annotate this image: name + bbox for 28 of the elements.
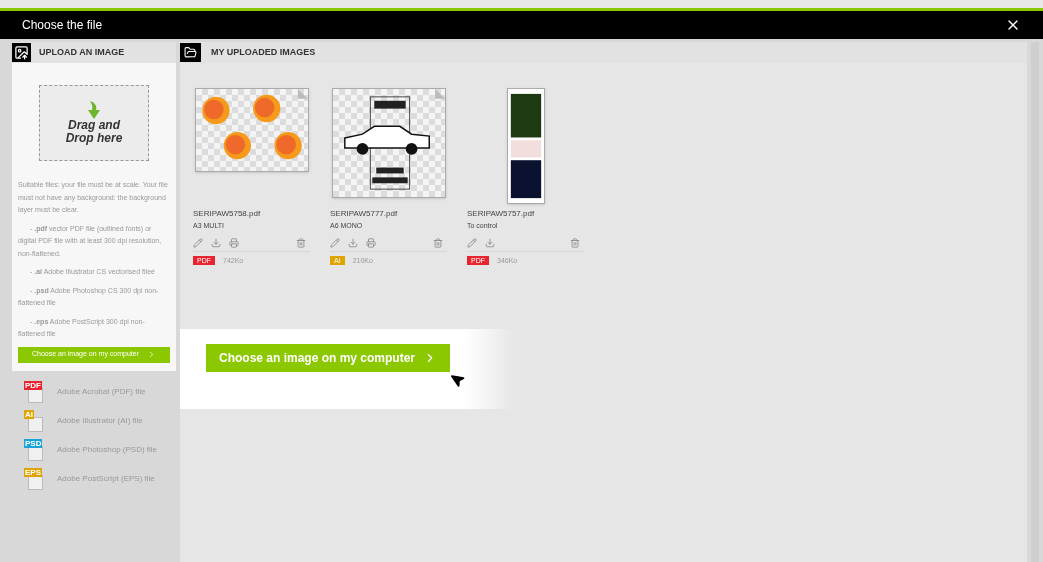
file-type-badge: PDF (24, 380, 42, 390)
pencil-icon[interactable] (193, 237, 203, 248)
panel-title: MY UPLOADED IMAGES (211, 45, 316, 59)
file-name: SERIPAW5758.pdf (193, 208, 262, 220)
folder-icon (180, 43, 201, 62)
window-title: Choose the file (22, 17, 103, 34)
download-icon[interactable] (211, 237, 221, 248)
pencil-icon[interactable] (467, 237, 477, 248)
pencil-icon[interactable] (330, 237, 340, 248)
drop-hint: Drag and Drop here (64, 119, 124, 145)
trash-icon[interactable] (296, 237, 306, 248)
trash-icon[interactable] (433, 237, 443, 248)
file-name: SERIPAW5777.pdf (330, 208, 399, 220)
download-icon[interactable] (485, 237, 495, 248)
file-type-badge: EPS (24, 467, 42, 477)
panel-title: UPLOAD AN IMAGE (39, 45, 125, 59)
download-icon[interactable] (348, 237, 358, 248)
choose-file-button[interactable]: Choose an image on my computer (206, 344, 451, 372)
printer-icon[interactable] (366, 237, 376, 248)
arrow-down-icon (86, 101, 102, 119)
printer-icon[interactable] (229, 237, 239, 248)
chevron-right-icon (147, 350, 156, 359)
file-name: SERIPAW5757.pdf (467, 208, 536, 220)
file-icon (28, 416, 43, 432)
file-type-badge: PSD (24, 438, 43, 448)
trash-icon[interactable] (570, 237, 580, 248)
drop-zone[interactable]: Drag and Drop here (39, 85, 149, 161)
file-type-badge: AI (24, 409, 34, 419)
